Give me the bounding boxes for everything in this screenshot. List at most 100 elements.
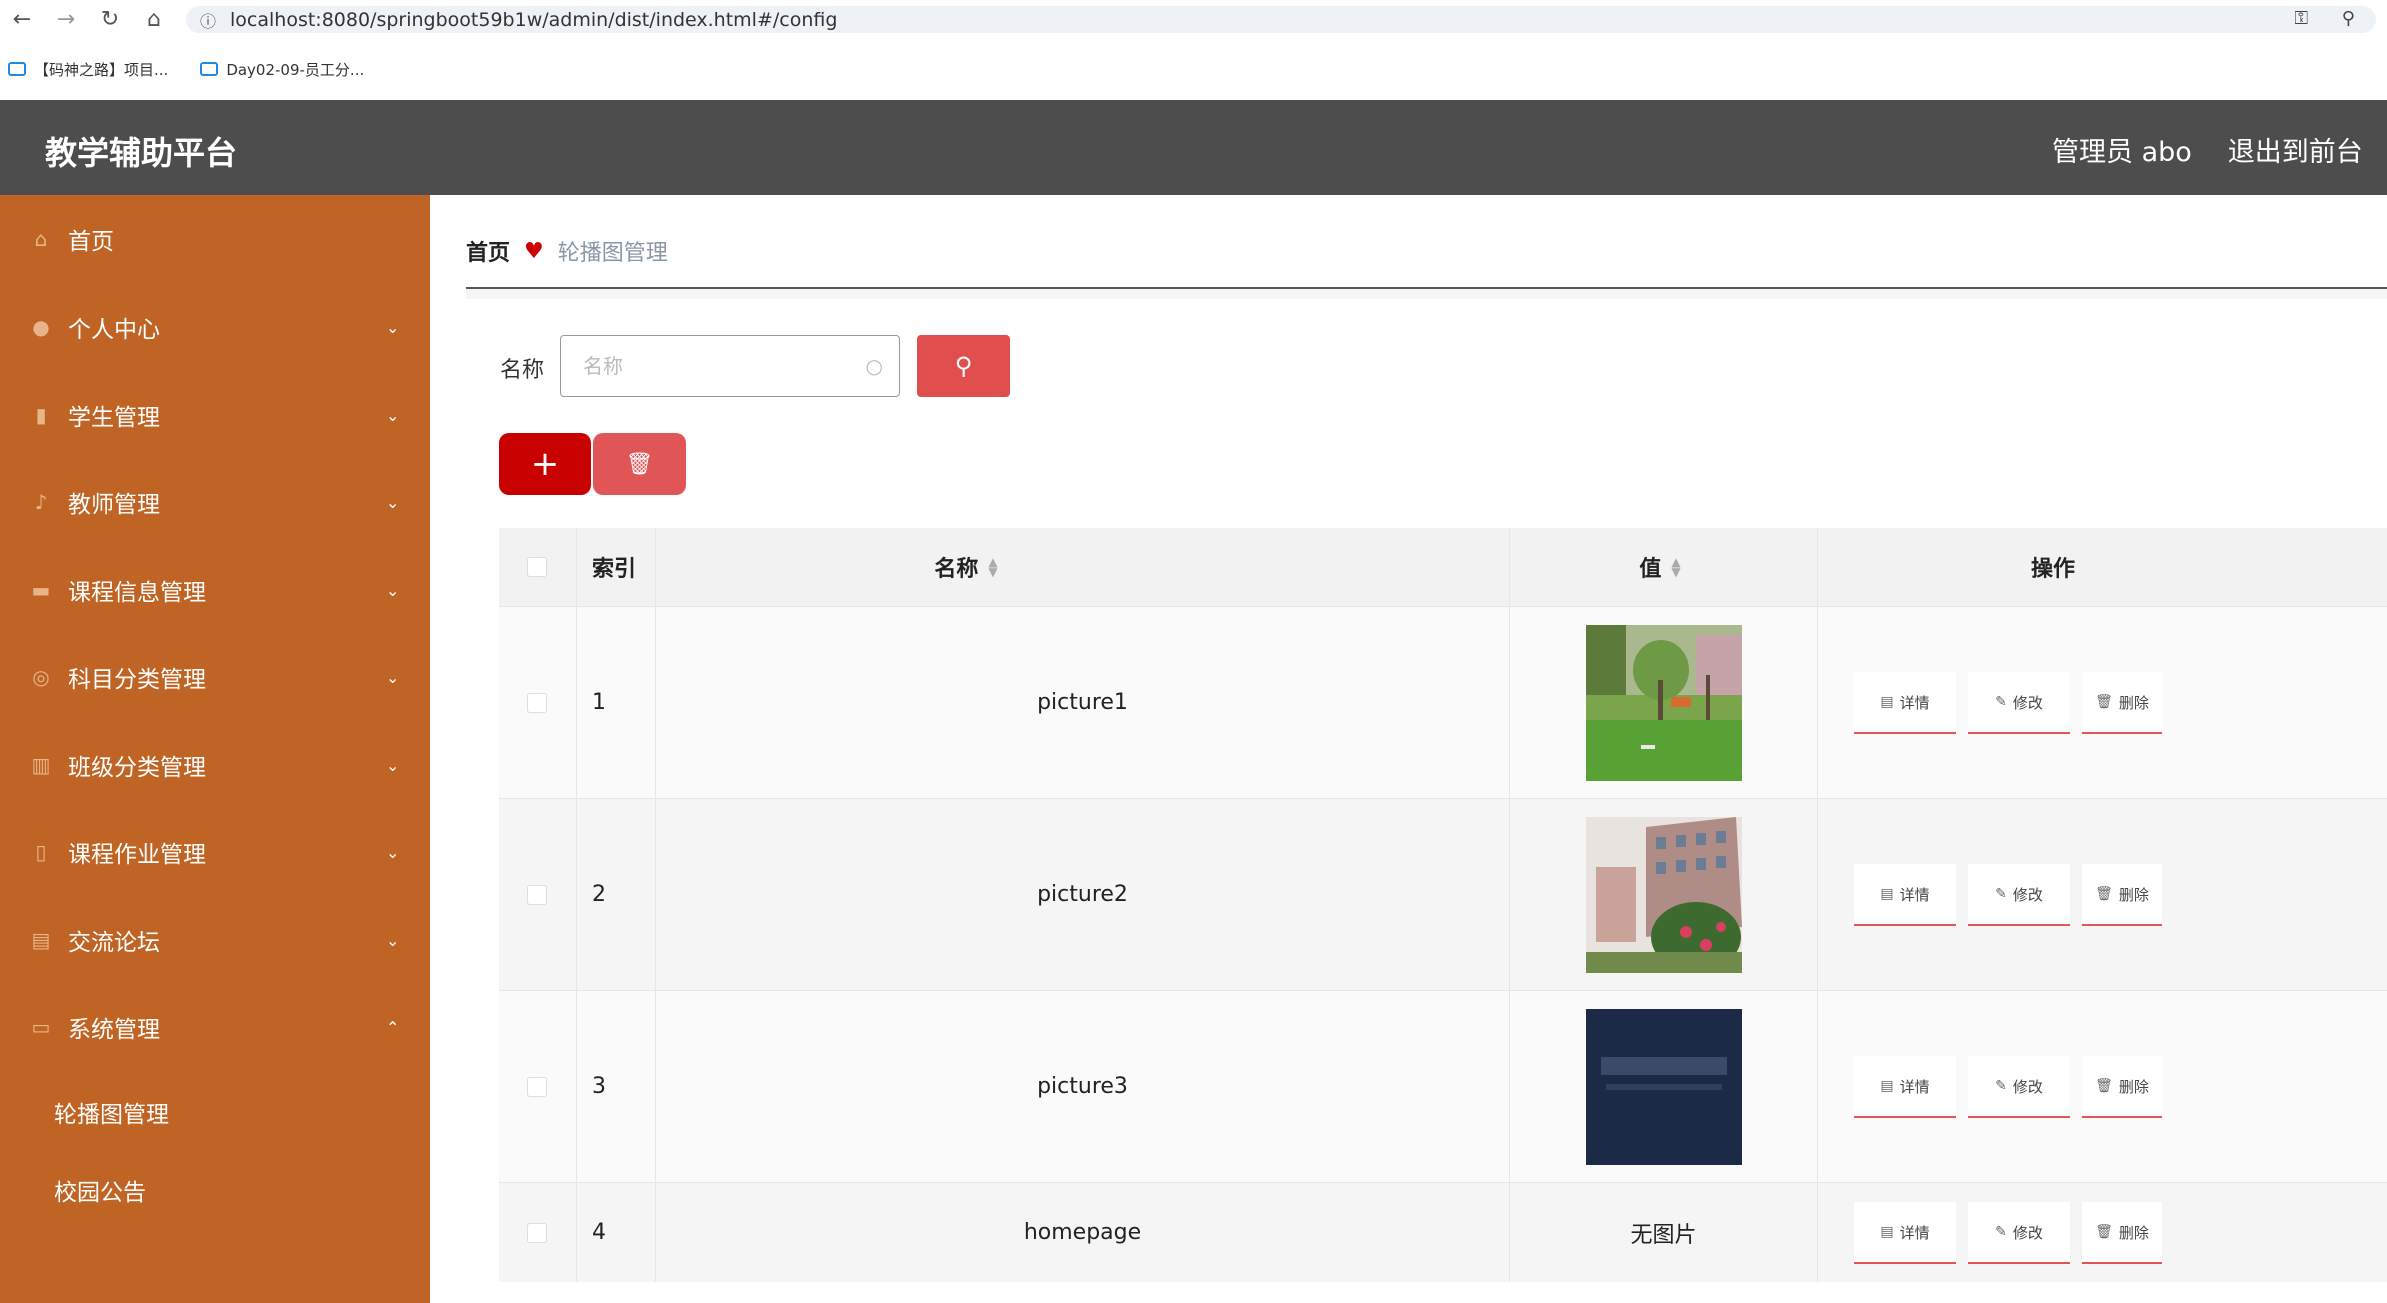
reload-icon[interactable]: ↻ (88, 0, 132, 38)
chevron-down-icon: ⌄ (386, 667, 400, 687)
sort-icon[interactable]: ▲ ▼ (988, 556, 997, 578)
row-index: 4 (592, 1220, 606, 1245)
screen-icon: ▭ (31, 1015, 51, 1039)
back-to-front-link[interactable]: 退出到前台 (2228, 130, 2363, 169)
row-name: homepage (1023, 1220, 1142, 1245)
chevron-down-icon: ⌄ (386, 842, 400, 862)
chart-icon: ▮ (35, 403, 47, 427)
chevron-down-icon: ⌄ (386, 755, 400, 775)
add-button[interactable]: + (499, 433, 591, 495)
garden-image (1585, 624, 1742, 781)
breadcrumb-home[interactable]: 首页 (466, 235, 510, 267)
edit-button[interactable]: ✎ 修改 (1968, 864, 2070, 926)
edit-button[interactable]: ✎ 修改 (1968, 1202, 2070, 1264)
row-checkbox[interactable] (527, 1183, 547, 1282)
row-checkbox[interactable] (527, 991, 547, 1182)
sidebar-item-students[interactable]: ▮ 学生管理 ⌄ (0, 371, 430, 459)
row-image-building (1510, 799, 1817, 990)
trash-icon: 🗑 (625, 451, 654, 477)
address-bar[interactable]: ⓘ localhost:8080/springboot59b1w/admin/d… (186, 6, 2376, 33)
row-index: 2 (592, 882, 606, 907)
trash-icon: 🗑 (2095, 1224, 2113, 1240)
document-icon: ▤ (1880, 1224, 1894, 1240)
table-row: 2 picture2 ▤ 详情 ✎ 修改 🗑 删除 (499, 798, 2387, 990)
row-index: 1 (592, 690, 606, 715)
sidebar-item-system[interactable]: ▭ 系统管理 ⌃ (0, 983, 430, 1071)
admin-user-label: 管理员 abo (2052, 137, 2192, 168)
row-index: 3 (592, 1074, 606, 1099)
table-row: 3 picture3 ▤ 详情 ✎ 修改 🗑 删除 (499, 990, 2387, 1182)
row-checkbox[interactable] (527, 799, 547, 990)
batch-delete-button[interactable]: 🗑 (593, 433, 686, 495)
phone-icon: ▯ (35, 840, 47, 864)
delete-button[interactable]: 🗑 删除 (2082, 864, 2162, 926)
breadcrumb: 首页 ♥ 轮播图管理 (466, 235, 668, 267)
mic-icon: ♪ (34, 490, 48, 514)
row-image-banner (1510, 991, 1817, 1182)
url-text: localhost:8080/springboot59b1w/admin/dis… (230, 8, 838, 31)
app-title: 教学辅助平台 (45, 134, 238, 172)
bookmark-icon (8, 62, 26, 76)
home-browser-icon[interactable]: ⌂ (132, 0, 176, 38)
detail-button[interactable]: ▤ 详情 (1854, 864, 1956, 926)
search-label: 名称 (500, 358, 545, 383)
key-icon[interactable]: ⚿ ⚲ (2294, 8, 2369, 29)
sort-icon[interactable]: ▲ ▼ (1671, 556, 1680, 578)
main-content: 首页 ♥ 轮播图管理 名称 名称 ○ ⚲ + 🗑 索引 名称 ▲ ▼ 值 ▲ ▼… (430, 195, 2387, 1303)
search-placeholder: 名称 (583, 354, 623, 378)
delete-button[interactable]: 🗑 删除 (2082, 1056, 2162, 1118)
back-icon[interactable]: ← (0, 0, 44, 38)
table-header: 索引 名称 ▲ ▼ 值 ▲ ▼ 操作 (499, 528, 2387, 606)
pencil-icon: ✎ (1995, 1078, 2007, 1094)
detail-button[interactable]: ▤ 详情 (1854, 1202, 1956, 1264)
browser-toolbar: ← → ↻ ⌂ ⓘ localhost:8080/springboot59b1w… (0, 0, 2387, 38)
divider-band (466, 289, 2387, 299)
row-name: picture3 (1037, 1074, 1128, 1099)
search-input[interactable]: 名称 ○ (560, 335, 900, 397)
bookmark-item[interactable]: 【码神之路】项目... (8, 59, 168, 80)
pencil-icon: ✎ (1995, 694, 2007, 710)
sidebar-item-home[interactable]: ⌂ 首页 (0, 195, 430, 283)
heart-icon: ♥ (524, 238, 544, 264)
row-name: picture1 (1037, 690, 1128, 715)
delete-button[interactable]: 🗑 删除 (2082, 672, 2162, 734)
header-value[interactable]: 值 ▲ ▼ (1510, 528, 1810, 606)
sidebar-item-subjects[interactable]: ◎ 科目分类管理 ⌄ (0, 633, 430, 721)
select-all-checkbox[interactable] (527, 528, 547, 606)
document-icon: ▤ (1880, 886, 1894, 902)
edit-button[interactable]: ✎ 修改 (1968, 1056, 2070, 1118)
sidebar-subitem-carousel[interactable]: 轮播图管理 (54, 1095, 169, 1129)
row-name: picture2 (1037, 882, 1128, 907)
chevron-up-icon: ⌃ (386, 1017, 400, 1037)
search-input-icon: ○ (865, 354, 883, 378)
chevron-down-icon: ⌄ (386, 317, 400, 337)
site-info-icon[interactable]: ⓘ (200, 8, 216, 32)
edit-button[interactable]: ✎ 修改 (1968, 672, 2070, 734)
sidebar-item-teachers[interactable]: ♪ 教师管理 ⌄ (0, 458, 430, 546)
building-image (1585, 816, 1742, 973)
user-icon: ● (32, 315, 50, 339)
chevron-down-icon: ⌄ (386, 492, 400, 512)
sidebar-item-classes[interactable]: ▥ 班级分类管理 ⌄ (0, 721, 430, 809)
plus-icon: + (530, 444, 560, 484)
sidebar: ⌂ 首页 ● 个人中心 ⌄ ▮ 学生管理 ⌄ ♪ 教师管理 ⌄ ▬ 课程信息管理… (0, 195, 430, 1303)
delete-button[interactable]: 🗑 删除 (2082, 1202, 2162, 1264)
chevron-down-icon: ⌄ (386, 405, 400, 425)
chevron-down-icon: ⌄ (386, 580, 400, 600)
search-button[interactable]: ⚲ (917, 335, 1010, 397)
sidebar-item-forum[interactable]: ▤ 交流论坛 ⌄ (0, 896, 430, 984)
row-value: 无图片 (1630, 1222, 1697, 1248)
detail-button[interactable]: ▤ 详情 (1854, 1056, 1956, 1118)
sidebar-item-homework[interactable]: ▯ 课程作业管理 ⌄ (0, 808, 430, 896)
sidebar-item-personal[interactable]: ● 个人中心 ⌄ (0, 283, 430, 371)
chat-icon: ▬ (31, 578, 51, 602)
sidebar-subitem-notice[interactable]: 校园公告 (54, 1173, 146, 1207)
bookmark-item[interactable]: Day02-09-员工分... (200, 59, 364, 80)
trash-icon: 🗑 (2095, 886, 2113, 902)
row-checkbox[interactable] (527, 607, 547, 798)
sidebar-item-courses[interactable]: ▬ 课程信息管理 ⌄ (0, 546, 430, 634)
clipboard-icon: ▤ (31, 928, 51, 952)
forward-icon[interactable]: → (44, 0, 88, 38)
detail-button[interactable]: ▤ 详情 (1854, 672, 1956, 734)
header-name[interactable]: 名称 ▲ ▼ (656, 528, 1276, 606)
